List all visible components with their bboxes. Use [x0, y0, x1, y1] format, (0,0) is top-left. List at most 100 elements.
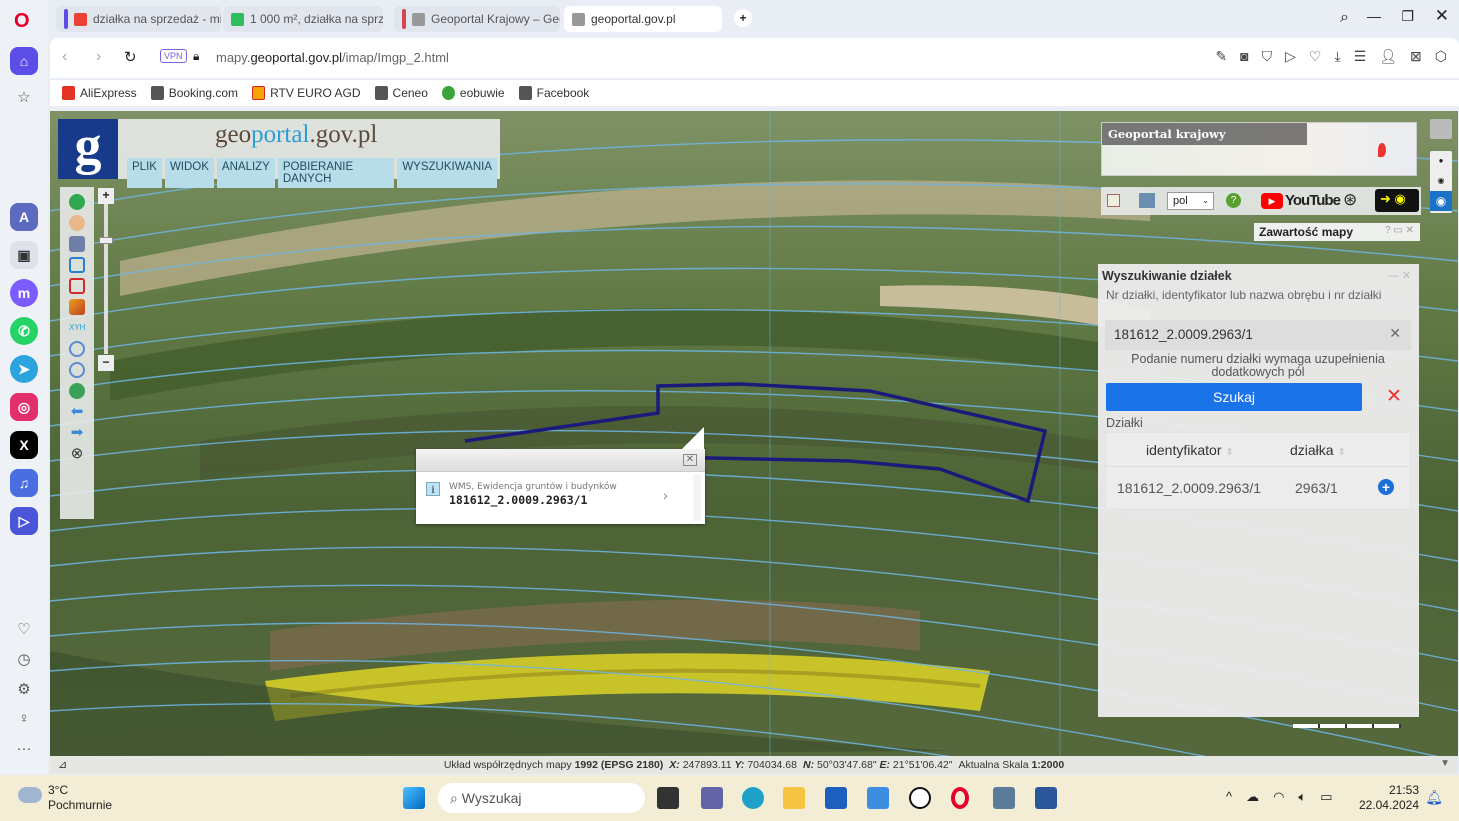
tips-icon[interactable]: ♀: [14, 710, 34, 727]
music-icon[interactable]: ♫: [10, 469, 38, 497]
popup-parcel-id[interactable]: 181612_2.0009.2963/1: [449, 493, 587, 507]
history-icon[interactable]: ◷: [14, 650, 34, 668]
heart-icon[interactable]: ♡: [14, 620, 34, 638]
tab-otodom[interactable]: 1 000 m², działka na sprze: [223, 6, 383, 32]
reload-button[interactable]: ↻: [124, 48, 137, 66]
opera-logo-icon[interactable]: O: [14, 10, 30, 33]
url-field[interactable]: mapy.geoportal.gov.pl/imap/Imgp_2.html: [216, 50, 449, 65]
menu-analizy[interactable]: ANALIZY: [216, 158, 275, 188]
youtube-link[interactable]: ▶ YouTube: [1261, 192, 1341, 209]
expand-down-icon[interactable]: ▼: [1440, 758, 1450, 769]
layers-toggle-icon[interactable]: [1430, 119, 1452, 139]
instagram-icon[interactable]: ◎: [10, 393, 38, 421]
zoom-out-button[interactable]: −: [98, 355, 114, 371]
zoom-in-button[interactable]: +: [98, 188, 114, 204]
view-mode-switch[interactable]: ● ◉ ◉: [1430, 151, 1452, 213]
word-icon[interactable]: [1035, 787, 1057, 809]
chevron-up-icon[interactable]: ^: [1226, 789, 1232, 805]
camera-icon[interactable]: ◙: [1240, 48, 1248, 65]
download-icon[interactable]: ⤓: [1334, 48, 1340, 65]
forward-button[interactable]: ›: [96, 48, 101, 66]
edit-icon[interactable]: ✎: [1215, 48, 1227, 65]
x-icon[interactable]: X: [10, 431, 38, 459]
cube-icon[interactable]: ⬡: [1435, 48, 1447, 65]
clear-input-icon[interactable]: ✕: [1389, 325, 1401, 342]
mail-icon[interactable]: [867, 787, 889, 809]
search-button[interactable]: Szukaj: [1106, 383, 1362, 411]
xyz-icon[interactable]: XYH: [69, 320, 85, 336]
language-select[interactable]: pol ⌄: [1167, 192, 1214, 210]
chevron-right-icon[interactable]: ›: [663, 487, 668, 503]
zoom-out-icon[interactable]: [69, 362, 85, 378]
help-icon[interactable]: ?: [1226, 193, 1241, 208]
store-icon[interactable]: [825, 787, 847, 809]
minimize-button[interactable]: —: [1367, 8, 1381, 24]
player-icon[interactable]: ▷: [10, 507, 38, 535]
tab-gmail[interactable]: działka na sprzedaż - mich: [56, 6, 221, 32]
info-icon[interactable]: [69, 194, 85, 210]
onedrive-icon[interactable]: ☁: [1246, 789, 1259, 805]
status-icon[interactable]: ⊿: [58, 758, 67, 771]
contrast-toggle[interactable]: ➜ ◉: [1375, 189, 1419, 212]
messenger-icon[interactable]: m: [10, 279, 38, 307]
aria-icon[interactable]: A: [10, 203, 38, 231]
volume-icon[interactable]: 🔈︎: [1298, 789, 1306, 805]
menu-plik[interactable]: PLIK: [127, 158, 162, 188]
notification-bell-icon[interactable]: 🔔︎: [1425, 789, 1443, 806]
pencil-icon[interactable]: [69, 299, 85, 315]
clock[interactable]: 21:53 22.04.2024: [1359, 783, 1419, 813]
weather-icon[interactable]: [18, 787, 42, 803]
globe-icon[interactable]: [69, 383, 85, 399]
bookmark-aliexpress[interactable]: AliExpress: [62, 86, 137, 100]
accessibility-icon[interactable]: ⊛: [1343, 190, 1357, 210]
zoom-in-icon[interactable]: [69, 341, 85, 357]
tab-geoportal-krajowy[interactable]: Geoportal Krajowy – Geop: [394, 6, 560, 32]
bookmark-rtv-euro-agd[interactable]: RTV EURO AGD: [252, 86, 361, 100]
task-view-icon[interactable]: [657, 787, 679, 809]
play-icon[interactable]: ▷: [1285, 48, 1296, 65]
menu-icon[interactable]: ☰: [1354, 48, 1367, 65]
more-icon[interactable]: ···: [14, 740, 34, 757]
taskbar-search[interactable]: ⌕ Wyszukaj: [438, 783, 645, 813]
deselect-area-icon[interactable]: [69, 278, 85, 294]
zoom-slider-handle[interactable]: [99, 237, 113, 244]
zoom-slider[interactable]: [104, 204, 108, 354]
panel-window-controls[interactable]: — ✕: [1388, 269, 1411, 282]
maximize-button[interactable]: ❐: [1401, 8, 1414, 25]
bookmark-eobuwie[interactable]: eobuwie: [441, 86, 505, 100]
extension-icon[interactable]: ⊠: [1410, 48, 1422, 65]
weather-widget[interactable]: 3°C Pochmurnie: [48, 783, 112, 813]
shield-icon[interactable]: ⛉: [1262, 48, 1273, 65]
bookmark-booking[interactable]: Booking.com: [150, 86, 238, 100]
geoportal-logo[interactable]: g: [58, 118, 118, 179]
add-parcel-button[interactable]: +: [1378, 479, 1394, 495]
pan-hand-icon[interactable]: [69, 215, 85, 231]
battery-icon[interactable]: ▭: [1320, 789, 1332, 805]
menu-pobieranie-danych[interactable]: POBIERANIE DANYCH: [277, 158, 395, 188]
map-contents-header[interactable]: Zawartość mapy? ▭ ✕: [1254, 223, 1420, 241]
select-area-icon[interactable]: [69, 257, 85, 273]
shopping-icon[interactable]: ▣: [10, 241, 38, 269]
teams-icon[interactable]: [701, 787, 723, 809]
parcel-search-input[interactable]: 181612_2.0009.2963/1 ✕: [1105, 320, 1411, 350]
heart-icon[interactable]: ♡: [1309, 48, 1322, 65]
overview-map[interactable]: Geoportal krajowy: [1101, 122, 1417, 176]
settings-icon[interactable]: ⚙: [14, 680, 34, 698]
new-tab-button[interactable]: +: [734, 9, 752, 27]
search-tabs-icon[interactable]: ⌕: [1340, 9, 1349, 27]
print-icon[interactable]: [1107, 194, 1120, 207]
legend-icon[interactable]: [69, 236, 85, 252]
file-explorer-icon[interactable]: [783, 787, 805, 809]
previous-view-icon[interactable]: ⬅: [69, 404, 85, 420]
star-icon[interactable]: ☆: [14, 88, 34, 106]
whatsapp-icon[interactable]: ✆: [10, 317, 38, 345]
wms-icon[interactable]: [1139, 193, 1155, 208]
clear-search-button[interactable]: ✕: [1377, 383, 1411, 411]
wifi-icon[interactable]: ◠: [1273, 789, 1284, 805]
bookmark-facebook[interactable]: Facebook: [518, 86, 589, 100]
column-header-identyfikator[interactable]: identyfikator ⬍: [1146, 442, 1234, 458]
table-row[interactable]: 181612_2.0009.2963/1 2963/1 +: [1106, 467, 1410, 509]
popup-scrollbar[interactable]: [693, 475, 701, 521]
menu-wyszukiwania[interactable]: WYSZUKIWANIA: [397, 158, 497, 188]
opera-icon[interactable]: [951, 787, 969, 809]
